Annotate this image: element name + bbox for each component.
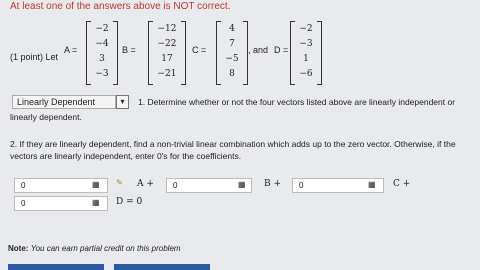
matrix-b-cell: 17 xyxy=(161,54,173,64)
question-2-text: 2. If they are linearly dependent, find … xyxy=(10,139,456,149)
pencil-icon[interactable]: ✎ xyxy=(116,178,123,187)
matrix-a-cell: −3 xyxy=(95,69,109,79)
matrix-b-cell: −21 xyxy=(157,69,177,79)
submit-button[interactable] xyxy=(8,264,104,270)
matrix-c-label: C = xyxy=(192,45,207,55)
matrix-d-cell: −3 xyxy=(299,39,313,49)
matrix-c-cell: 8 xyxy=(229,69,235,79)
matrix-b-cell: −22 xyxy=(157,39,177,49)
matrix-a-cell: −2 xyxy=(95,24,109,34)
matrix-c-cell: 4 xyxy=(229,24,235,34)
matrix-grid-icon[interactable]: ▦ xyxy=(238,180,246,189)
matrix-a: −2 −4 3 −3 xyxy=(86,21,118,85)
note-label: Note: xyxy=(8,244,29,253)
matrix-grid-icon[interactable]: ▦ xyxy=(368,180,376,189)
matrix-grid-icon[interactable]: ▦ xyxy=(92,180,100,189)
question-1-text-cont: linearly dependent. xyxy=(10,112,82,122)
matrix-a-cell: 3 xyxy=(99,54,105,64)
term-c: C + xyxy=(393,179,411,189)
matrix-a-label: A = xyxy=(64,45,78,55)
note: Note: You can earn partial credit on thi… xyxy=(8,244,181,253)
matrix-c: 4 7 −5 8 xyxy=(216,21,248,85)
chevron-down-icon[interactable]: ▾ xyxy=(116,95,129,109)
matrix-a-cell: −4 xyxy=(95,39,109,49)
term-b: B + xyxy=(264,179,282,189)
matrix-grid-icon[interactable]: ▦ xyxy=(92,198,100,207)
and-text: , and xyxy=(248,45,269,55)
matrix-c-cell: −5 xyxy=(225,54,239,64)
question-1-text: 1. Determine whether or not the four vec… xyxy=(138,97,456,107)
term-d: D = 0 xyxy=(116,197,143,207)
matrix-c-cell: 7 xyxy=(229,39,235,49)
matrix-d-cell: −2 xyxy=(299,24,313,34)
matrix-d-label: D = xyxy=(274,45,289,55)
matrix-b: −12 −22 17 −21 xyxy=(148,21,186,85)
matrix-b-cell: −12 xyxy=(157,24,177,34)
dependence-select[interactable]: Linearly Dependent xyxy=(12,95,116,109)
matrix-d: −2 −3 1 −6 xyxy=(290,21,322,85)
term-a: A + xyxy=(137,179,154,189)
matrix-d-cell: 1 xyxy=(303,54,309,64)
question-2-text-cont: vectors are linearly independent, enter … xyxy=(10,151,242,161)
note-text: You can earn partial credit on this prob… xyxy=(30,244,181,253)
problem-prefix: (1 point) Let xyxy=(10,52,59,62)
matrix-d-cell: −6 xyxy=(299,69,313,79)
matrix-b-label: B = xyxy=(122,45,136,55)
preview-button[interactable] xyxy=(114,264,210,270)
warning-message: At least one of the answers above is NOT… xyxy=(10,1,231,12)
